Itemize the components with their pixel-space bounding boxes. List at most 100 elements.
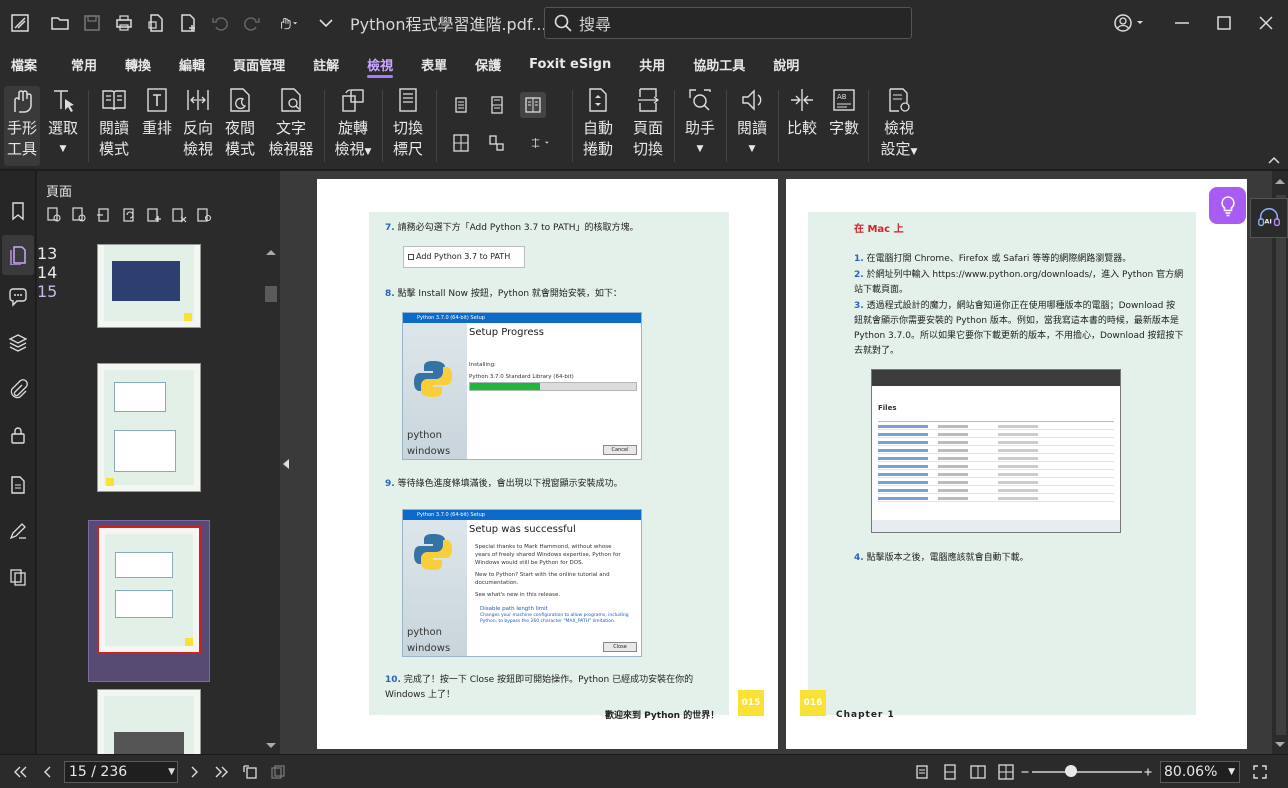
menu-edit[interactable]: 編輯: [165, 46, 219, 82]
page-thumbnail-current[interactable]: [97, 526, 201, 654]
page-dropdown-icon[interactable]: ▼: [168, 762, 175, 782]
destinations-panel-button[interactable]: [4, 563, 32, 591]
zoom-level-input[interactable]: 80.06% ▼: [1160, 761, 1240, 783]
first-page-button[interactable]: [8, 760, 32, 784]
text-viewer-button[interactable]: 文字 檢視器: [266, 86, 316, 160]
reverse-view-button[interactable]: 反向 檢視: [180, 86, 216, 160]
create-from-file-icon[interactable]: [140, 7, 172, 39]
menu-share[interactable]: 共用: [625, 46, 679, 82]
undo-icon[interactable]: [204, 7, 236, 39]
zoom-slider-handle[interactable]: [1064, 765, 1077, 777]
continuous-page-button[interactable]: [484, 92, 510, 118]
previous-view-button[interactable]: [238, 760, 262, 784]
zoom-in-button[interactable]: [1141, 760, 1155, 784]
foxit-logo-icon[interactable]: [4, 7, 36, 39]
close-button[interactable]: [1244, 7, 1288, 39]
ai-side-panel-button[interactable]: AI: [1250, 198, 1288, 238]
facing-page-button[interactable]: [520, 92, 546, 118]
scrollbar-thumb[interactable]: [265, 286, 277, 302]
rotate-icon: [342, 89, 364, 112]
hand-dropdown-icon[interactable]: [268, 7, 308, 39]
ai-assistant-button[interactable]: [1209, 187, 1246, 224]
page-thumbnail[interactable]: [97, 363, 201, 492]
select-button[interactable]: 選取 ▼: [46, 86, 80, 160]
security-panel-button[interactable]: [4, 421, 32, 449]
split-view-button[interactable]: [520, 130, 560, 156]
new-document-icon[interactable]: [172, 7, 204, 39]
fullscreen-button[interactable]: [1248, 760, 1272, 784]
thumbnail-zoom-out-button[interactable]: [43, 204, 65, 226]
maximize-button[interactable]: [1202, 7, 1246, 39]
document-scrollbar[interactable]: [1272, 171, 1288, 754]
menu-comment[interactable]: 註解: [299, 46, 353, 82]
attachments-panel-button[interactable]: [4, 375, 32, 403]
open-folder-icon[interactable]: [44, 7, 76, 39]
zoom-dropdown-icon[interactable]: ▼: [1228, 762, 1235, 782]
redo-icon[interactable]: [236, 7, 268, 39]
night-mode-button[interactable]: 夜間 模式: [222, 86, 258, 160]
collapse-panel-icon[interactable]: [283, 459, 289, 469]
word-count-button[interactable]: AB 字數: [826, 86, 862, 139]
delete-page-button[interactable]: [168, 204, 190, 226]
next-view-button[interactable]: [266, 760, 290, 784]
menu-home[interactable]: 常用: [51, 46, 111, 82]
print-icon[interactable]: [108, 7, 140, 39]
menu-organize[interactable]: 頁面管理: [219, 46, 299, 82]
continuous-facing-button[interactable]: [448, 130, 474, 156]
facing-view-button[interactable]: [966, 760, 990, 784]
single-page-button[interactable]: [448, 92, 474, 118]
minimize-button[interactable]: [1160, 7, 1204, 39]
thumbnail-list[interactable]: 13 14 15: [37, 244, 263, 754]
continuous-facing-view-button[interactable]: [994, 760, 1018, 784]
zoom-out-button[interactable]: [1018, 760, 1032, 784]
menu-foxit-esign[interactable]: Foxit eSign: [515, 46, 625, 82]
rotate-page-button[interactable]: [118, 204, 140, 226]
rotate-view-button[interactable]: 旋轉 檢視▼: [332, 86, 374, 163]
toggle-ruler-button[interactable]: 切換 標尺: [390, 86, 426, 160]
auto-scroll-button[interactable]: 自動 捲動: [580, 86, 616, 160]
page-thumbnail[interactable]: [97, 689, 201, 754]
signature-panel-button[interactable]: [4, 517, 32, 545]
reading-mode-button[interactable]: 閱讀 模式: [96, 86, 132, 160]
account-button[interactable]: [1104, 7, 1154, 39]
collapse-ribbon-icon[interactable]: [1266, 152, 1282, 166]
continuous-view-button[interactable]: [938, 760, 962, 784]
previous-page-button[interactable]: [36, 760, 60, 784]
thumbnail-scrollbar[interactable]: [263, 244, 277, 754]
zoom-slider[interactable]: [1032, 771, 1142, 773]
document-view[interactable]: 7. 請務必勾選下方「Add Python 3.7 to PATH」的核取方塊。…: [280, 171, 1288, 754]
add-page-button[interactable]: [143, 204, 165, 226]
chevron-down-icon[interactable]: [310, 7, 342, 39]
scrollbar-thumb[interactable]: [1276, 195, 1286, 735]
read-aloud-button[interactable]: 閱讀 ▼: [734, 86, 770, 160]
next-page-button[interactable]: [182, 760, 206, 784]
menu-protect[interactable]: 保護: [461, 46, 515, 82]
bookmark-panel-button[interactable]: [4, 197, 32, 225]
page-thumbnail[interactable]: [97, 244, 201, 328]
menu-accessibility[interactable]: 協助工具: [679, 46, 759, 82]
last-page-button[interactable]: [210, 760, 234, 784]
view-settings-button[interactable]: 檢視 設定▼: [876, 86, 922, 163]
layers-panel-button[interactable]: [4, 329, 32, 357]
single-page-view-button[interactable]: [910, 760, 934, 784]
page-number-input[interactable]: 15 / 236 ▼: [64, 761, 178, 783]
search-input[interactable]: 搜尋: [544, 7, 912, 39]
page-transition-button[interactable]: 頁面 切換: [630, 86, 666, 160]
menu-file[interactable]: 檔案: [0, 46, 51, 82]
page-thumbnails-button[interactable]: [2, 235, 34, 275]
comments-panel-button[interactable]: [4, 283, 32, 311]
menu-form[interactable]: 表單: [407, 46, 461, 82]
compare-button[interactable]: 比較: [784, 86, 820, 139]
separate-cover-button[interactable]: [484, 130, 510, 156]
hand-tool-button[interactable]: 手形 工具: [4, 86, 40, 166]
content-panel-button[interactable]: [4, 471, 32, 499]
menu-help[interactable]: 說明: [759, 46, 813, 82]
menu-view[interactable]: 檢視: [353, 46, 407, 82]
assistant-button[interactable]: 助手 ▼: [682, 86, 718, 160]
reflow-button[interactable]: 重排: [140, 86, 174, 139]
insert-page-button[interactable]: [93, 204, 115, 226]
page-properties-button[interactable]: [193, 204, 215, 226]
save-icon[interactable]: [76, 7, 108, 39]
menu-convert[interactable]: 轉換: [111, 46, 165, 82]
thumbnail-zoom-in-button[interactable]: [68, 204, 90, 226]
